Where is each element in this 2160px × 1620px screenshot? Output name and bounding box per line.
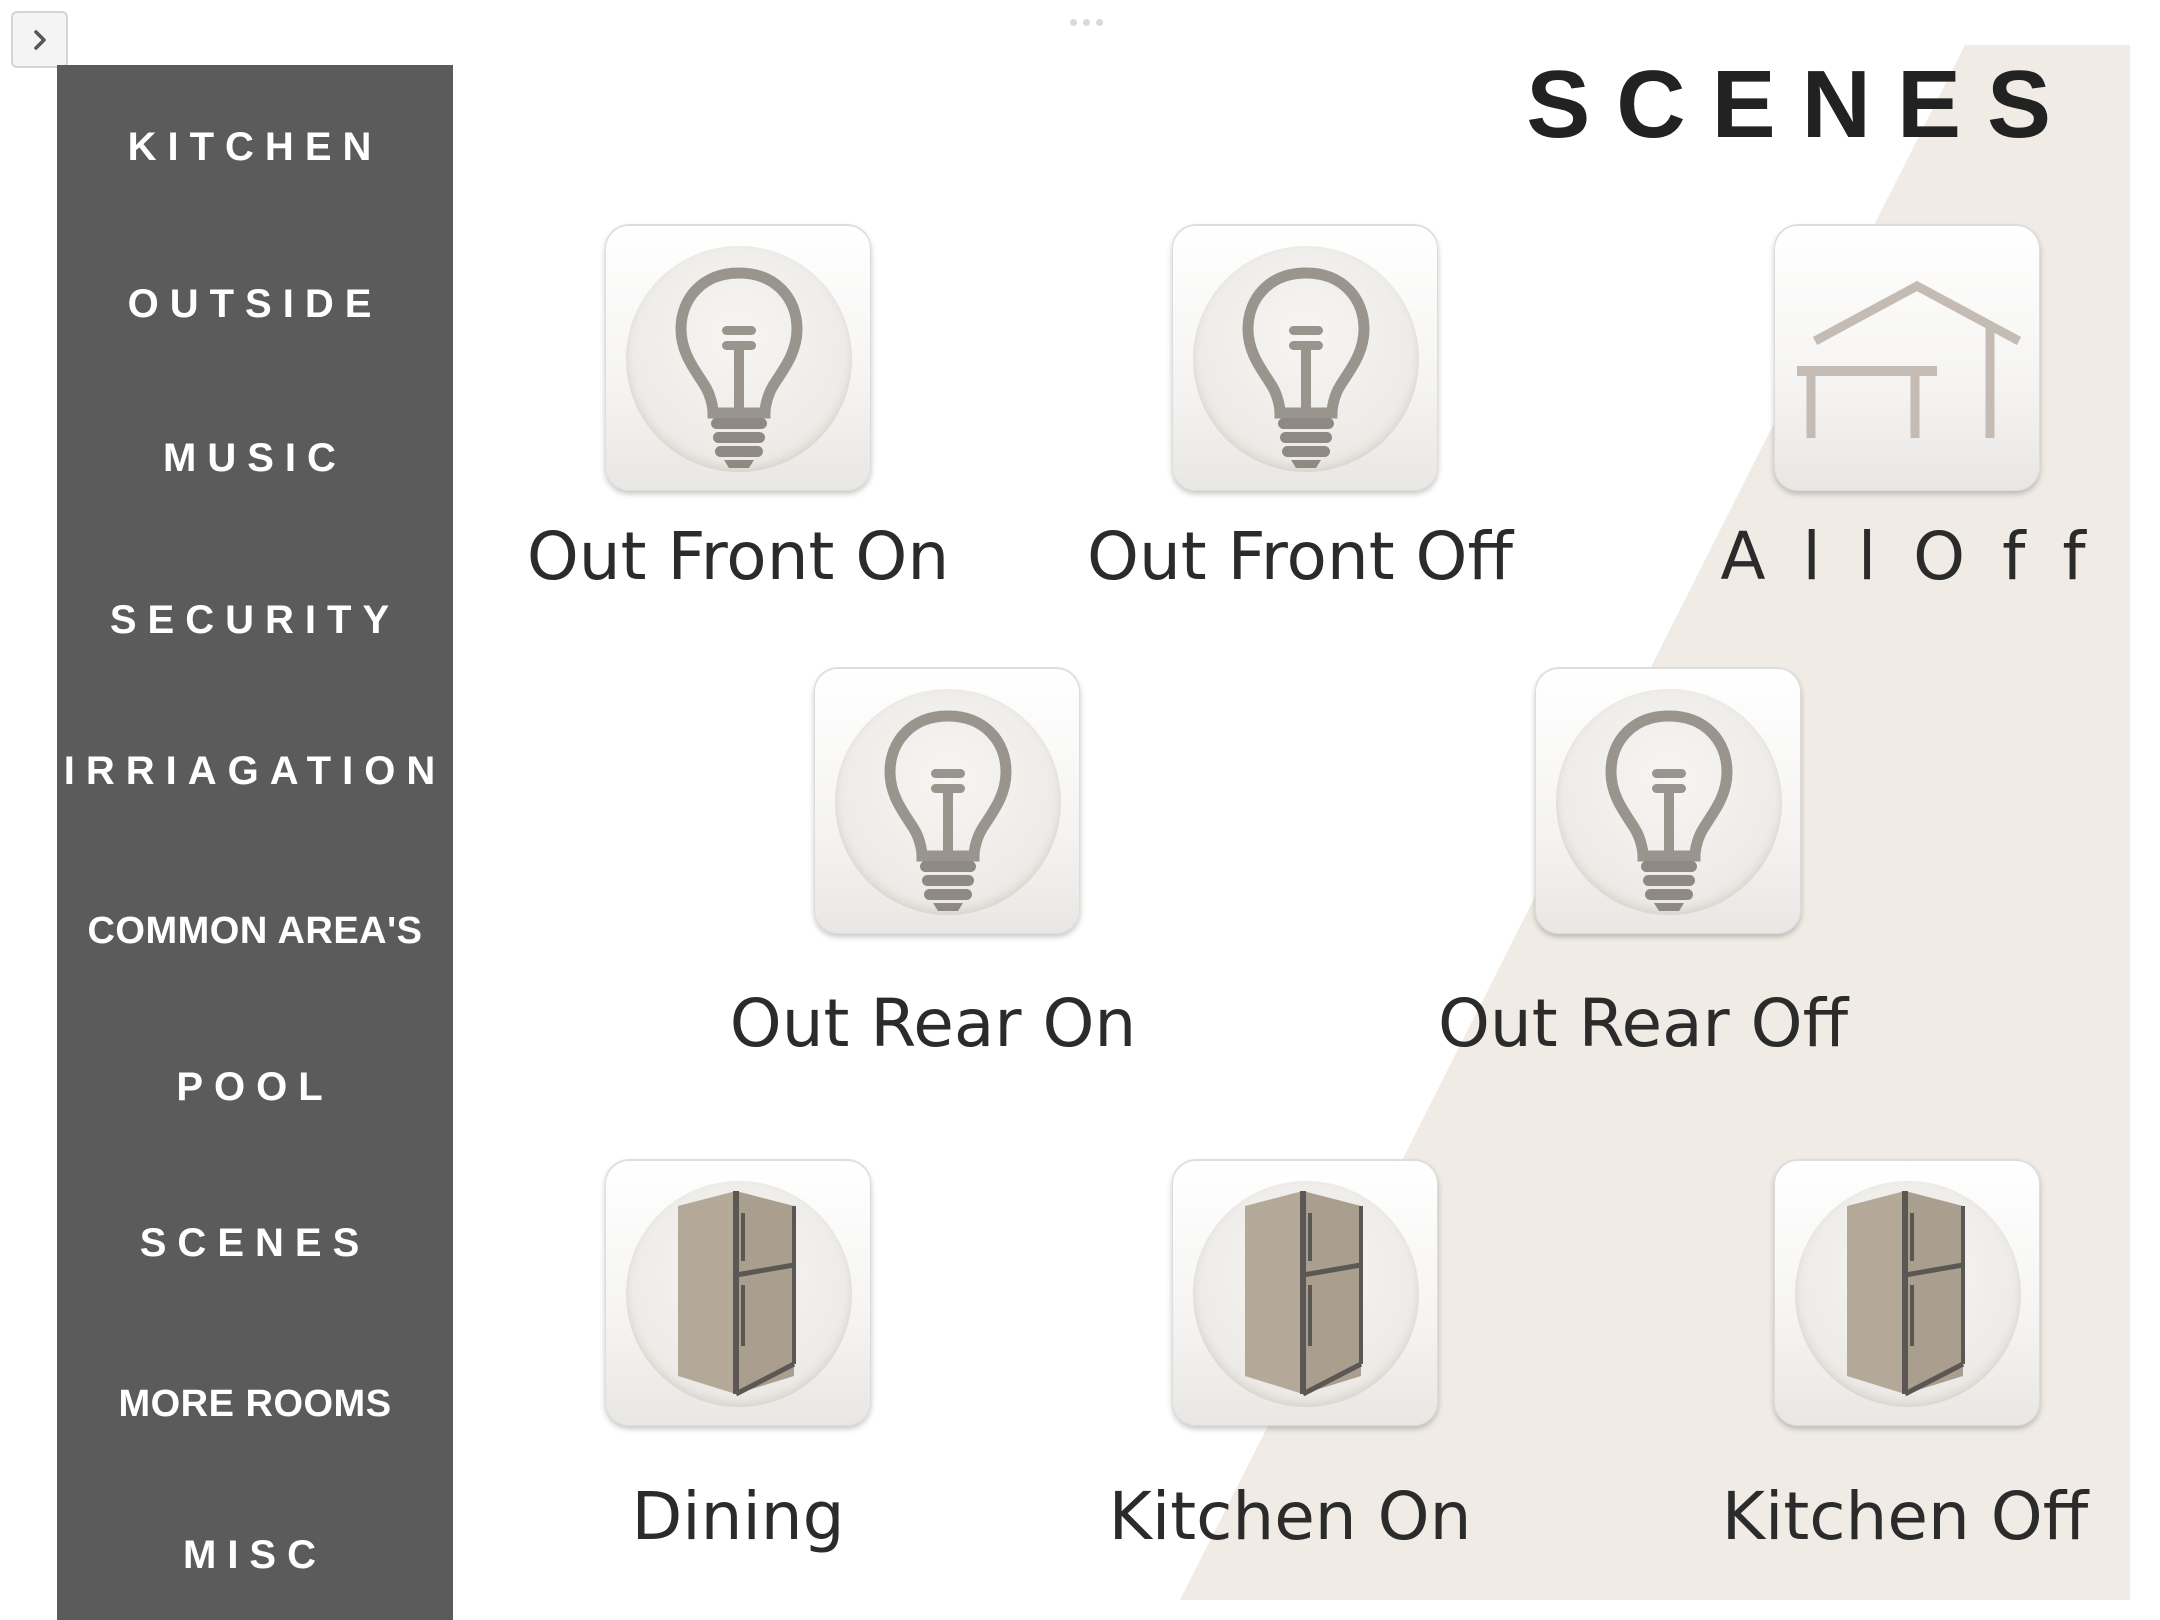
sidebar-item-music[interactable]: MUSIC xyxy=(57,436,453,481)
page-title: SCENES xyxy=(1526,51,2077,158)
sidebar-item-common-areas[interactable]: COMMON AREA'S xyxy=(57,910,453,953)
sidebar-nav: KITCHEN OUTSIDE MUSIC SECURITY IRRIAGATI… xyxy=(57,65,453,1620)
sidebar-item-outside[interactable]: OUTSIDE xyxy=(57,282,453,327)
scene-label: Kitchen On xyxy=(1108,1478,1472,1555)
lightbulb-icon xyxy=(884,710,1012,911)
scene-kitchen-on-button[interactable] xyxy=(1172,1160,1438,1426)
sidebar-item-pool[interactable]: POOL xyxy=(57,1065,453,1110)
scene-label: Out Rear On xyxy=(729,985,1137,1062)
lightbulb-icon xyxy=(1605,710,1733,911)
sidebar-item-scenes[interactable]: SCENES xyxy=(57,1221,453,1266)
scene-out-rear-on-button[interactable] xyxy=(814,668,1080,934)
scene-label: Dining xyxy=(631,1478,845,1555)
refrigerator-icon xyxy=(1245,1191,1363,1397)
scene-all-off-button[interactable] xyxy=(1774,225,2040,491)
scene-label: Out Front Off xyxy=(1087,518,1513,595)
scene-label: Out Rear Off xyxy=(1437,985,1849,1062)
scene-kitchen-off-button[interactable] xyxy=(1774,1160,2040,1426)
scene-dining-button[interactable] xyxy=(605,1160,871,1426)
scene-label: A l l O f f xyxy=(1720,518,2094,595)
sidebar-toggle-button[interactable] xyxy=(11,11,68,68)
sidebar-item-irrigation[interactable]: IRRIAGATION xyxy=(57,749,453,794)
refrigerator-icon xyxy=(1847,1191,1965,1397)
drag-handle[interactable] xyxy=(1070,19,1103,26)
scene-out-rear-off-button[interactable] xyxy=(1535,668,1801,934)
sidebar-item-kitchen[interactable]: KITCHEN xyxy=(57,125,453,170)
scene-out-front-on-button[interactable] xyxy=(605,225,871,491)
sidebar-item-security[interactable]: SECURITY xyxy=(57,598,453,643)
scene-label: Kitchen Off xyxy=(1721,1478,2089,1555)
chevron-right-icon xyxy=(33,29,46,50)
house-icon xyxy=(1797,280,2022,438)
lightbulb-icon xyxy=(1242,267,1370,468)
scene-label: Out Front On xyxy=(526,518,950,595)
lightbulb-icon xyxy=(675,267,803,468)
sidebar-item-misc[interactable]: MISC xyxy=(57,1533,453,1578)
sidebar-item-more-rooms[interactable]: MORE ROOMS xyxy=(57,1383,453,1426)
scene-out-front-off-button[interactable] xyxy=(1172,225,1438,491)
refrigerator-icon xyxy=(678,1191,796,1397)
